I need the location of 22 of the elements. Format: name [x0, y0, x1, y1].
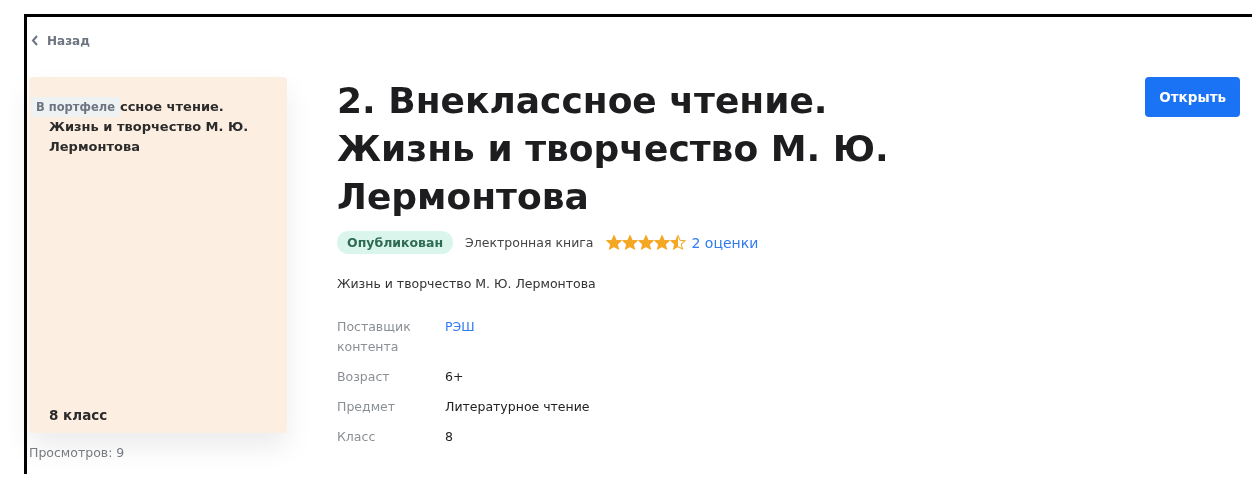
cover-grade: 8 класс [49, 407, 109, 423]
page-title: 2. Внеклассное чтение. Жизнь и творчество М. Ю. Лермонтова [337, 79, 890, 219]
ratings-link[interactable]: 2 оценки [691, 234, 759, 251]
cover-title: ссное чтение. [119, 98, 224, 116]
open-button[interactable]: Открыть [1145, 77, 1240, 117]
detail-label: Возраст [337, 368, 391, 386]
status-badge: Опубликован [337, 231, 454, 254]
detail-value: Литературное чтение [445, 398, 591, 416]
back-link[interactable]: Назад [31, 33, 90, 48]
detail-label: Класс [337, 428, 377, 446]
provider-link[interactable]: РЭШ [445, 317, 1146, 357]
description: Жизнь и творчество М. Ю. Лермонтова [337, 276, 597, 291]
detail-value: 6+ [445, 368, 465, 386]
portfolio-badge: В портфеле [31, 97, 120, 117]
view-count: Просмотров: 9 [29, 445, 126, 460]
detail-label: Поставщик контента [337, 318, 412, 356]
chevron-left-icon [31, 35, 39, 46]
book-cover[interactable]: В портфеле ссное чтение. Жизнь и творчество М. Ю. Лермонтова 8 класс [29, 77, 287, 433]
detail-value: 8 [445, 428, 454, 446]
cover-title: Жизнь и творчество М. Ю. Лермонтова [49, 118, 250, 156]
detail-label: Предмет [337, 398, 397, 416]
resource-type: Электронная книга [465, 235, 594, 250]
